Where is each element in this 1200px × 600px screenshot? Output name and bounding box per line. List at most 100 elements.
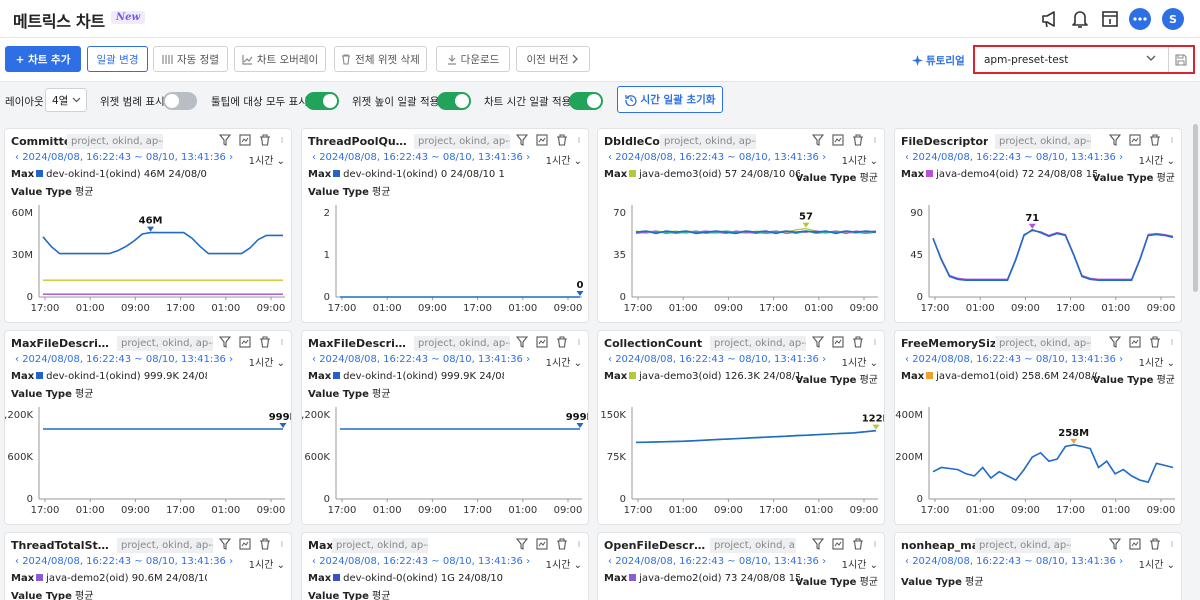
filter-icon[interactable] — [1109, 336, 1121, 348]
interval-select[interactable]: 1시간 ⌄ — [842, 354, 878, 369]
time-range-label: 2024/08/08, 16:22:43 ~ 08/10, 13:41:36 — [615, 556, 819, 567]
filter-icon[interactable] — [219, 336, 231, 348]
max-summary: Maxjava-demo1(oid) 258.6M 24/08/09 20:00 — [901, 371, 1097, 382]
trash-icon[interactable] — [259, 538, 271, 550]
kebab-menu-icon[interactable] — [872, 336, 878, 348]
chart-image-icon[interactable] — [239, 134, 251, 146]
filter-icon[interactable] — [219, 134, 231, 146]
kebab-menu-icon[interactable] — [1169, 336, 1175, 348]
time-range[interactable]: ‹ 2024/08/08, 16:22:43 ~ 08/10, 13:41:36… — [608, 354, 826, 365]
interval-select[interactable]: 1시간 ⌄ — [1139, 152, 1175, 167]
chart-image-icon[interactable] — [1129, 336, 1141, 348]
time-range[interactable]: ‹ 2024/08/08, 16:22:43 ~ 08/10, 13:41:36… — [608, 152, 826, 163]
filter-icon[interactable] — [516, 336, 528, 348]
chart-image-icon[interactable] — [239, 336, 251, 348]
time-range[interactable]: ‹ 2024/08/08, 16:22:43 ~ 08/10, 13:41:36… — [905, 556, 1123, 567]
kebab-menu-icon[interactable] — [1169, 538, 1175, 550]
filter-icon[interactable] — [1109, 538, 1121, 550]
filter-icon[interactable] — [812, 538, 824, 550]
chart-image-icon[interactable] — [1129, 134, 1141, 146]
kebab-menu-icon[interactable] — [279, 538, 285, 550]
time-range[interactable]: ‹ 2024/08/08, 16:22:43 ~ 08/10, 13:41:36… — [905, 152, 1123, 163]
interval-select[interactable]: 1시간 ⌄ — [842, 556, 878, 571]
trash-icon[interactable] — [1149, 134, 1161, 146]
reset-time-button[interactable]: 시간 일괄 초기화 — [617, 86, 723, 113]
more-icon[interactable] — [1129, 8, 1151, 30]
time-range[interactable]: ‹ 2024/08/08, 16:22:43 ~ 08/10, 13:41:36… — [15, 556, 233, 567]
previous-version-button[interactable]: 이전 버전 — [516, 46, 590, 72]
chart-image-icon[interactable] — [832, 134, 844, 146]
kebab-menu-icon[interactable] — [576, 538, 582, 550]
time-range[interactable]: ‹ 2024/08/08, 16:22:43 ~ 08/10, 13:41:36… — [905, 354, 1123, 365]
interval-select[interactable]: 1시간 ⌄ — [546, 354, 582, 369]
auto-sort-button[interactable]: 자동 정렬 — [153, 46, 228, 72]
user-avatar[interactable]: S — [1162, 8, 1184, 30]
time-range[interactable]: ‹ 2024/08/08, 16:22:43 ~ 08/10, 13:41:36… — [15, 354, 233, 365]
interval-select[interactable]: 1시간 ⌄ — [1139, 354, 1175, 369]
show-legend-toggle[interactable] — [163, 92, 197, 110]
filter-icon[interactable] — [1109, 134, 1121, 146]
trash-icon[interactable] — [556, 538, 568, 550]
max-summary: Max dev-okind-1(okind) 46M 24/08/09 14:00 — [11, 169, 207, 180]
chart-image-icon[interactable] — [1129, 538, 1141, 550]
tooltip-all-toggle[interactable] — [305, 92, 339, 110]
trash-icon[interactable] — [1149, 336, 1161, 348]
chart-image-icon[interactable] — [536, 336, 548, 348]
widget-height-toggle[interactable] — [437, 92, 471, 110]
filter-icon[interactable] — [812, 134, 824, 146]
layout-select[interactable]: 4열 — [45, 88, 87, 112]
document-icon[interactable] — [1099, 8, 1121, 30]
trash-icon[interactable] — [852, 134, 864, 146]
chart-image-icon[interactable] — [536, 134, 548, 146]
kebab-menu-icon[interactable] — [279, 336, 285, 348]
interval-select[interactable]: 1시간 ⌄ — [249, 556, 285, 571]
interval-select[interactable]: 1시간 ⌄ — [249, 152, 285, 167]
interval-select[interactable]: 1시간 ⌄ — [842, 152, 878, 167]
interval-select[interactable]: 1시간 ⌄ — [249, 354, 285, 369]
tutorial-link[interactable]: 튜토리얼 — [912, 53, 965, 68]
kebab-menu-icon[interactable] — [1169, 134, 1175, 146]
filter-icon[interactable] — [219, 538, 231, 550]
kebab-menu-icon[interactable] — [576, 336, 582, 348]
trash-icon[interactable] — [556, 336, 568, 348]
filter-icon[interactable] — [812, 336, 824, 348]
x-tick-label: 09:00 — [1147, 505, 1176, 516]
trash-icon[interactable] — [259, 336, 271, 348]
bulk-edit-button[interactable]: 일괄 변경 — [87, 46, 148, 72]
x-tick-label: 09:00 — [257, 505, 286, 516]
trash-icon[interactable] — [259, 134, 271, 146]
save-preset-button[interactable] — [1171, 50, 1191, 69]
chart-image-icon[interactable] — [239, 538, 251, 550]
chart-time-toggle[interactable] — [569, 92, 603, 110]
megaphone-icon[interactable] — [1039, 8, 1061, 30]
time-range[interactable]: ‹ 2024/08/08, 16:22:43 ~ 08/10, 13:41:36… — [15, 152, 233, 163]
preset-dropdown[interactable]: apm-preset-test — [975, 47, 1169, 72]
chart-image-icon[interactable] — [536, 538, 548, 550]
interval-select[interactable]: 1시간 ⌄ — [546, 152, 582, 167]
kebab-menu-icon[interactable] — [872, 134, 878, 146]
interval-select[interactable]: 1시간 ⌄ — [546, 556, 582, 571]
time-range[interactable]: ‹ 2024/08/08, 16:22:43 ~ 08/10, 13:41:36… — [608, 556, 826, 567]
trash-icon[interactable] — [852, 538, 864, 550]
widget-height-label: 위젯 높이 일괄 적용 — [352, 96, 440, 108]
download-button[interactable]: 다운로드 — [436, 46, 510, 72]
interval-select[interactable]: 1시간 ⌄ — [1139, 556, 1175, 571]
chart-image-icon[interactable] — [832, 336, 844, 348]
delete-all-button[interactable]: 전체 위젯 삭제 — [334, 46, 427, 72]
add-chart-button[interactable]: + 차트 추가 — [5, 46, 81, 72]
chart-overlay-button[interactable]: 차트 오버레이 — [234, 46, 326, 72]
filter-icon[interactable] — [516, 134, 528, 146]
time-range[interactable]: ‹ 2024/08/08, 16:22:43 ~ 08/10, 13:41:36… — [312, 556, 530, 567]
trash-icon[interactable] — [556, 134, 568, 146]
time-range[interactable]: ‹ 2024/08/08, 16:22:43 ~ 08/10, 13:41:36… — [312, 354, 530, 365]
kebab-menu-icon[interactable] — [872, 538, 878, 550]
trash-icon[interactable] — [1149, 538, 1161, 550]
bell-icon[interactable] — [1069, 8, 1091, 30]
filter-icon[interactable] — [516, 538, 528, 550]
scrollbar[interactable] — [1193, 124, 1198, 292]
kebab-menu-icon[interactable] — [279, 134, 285, 146]
time-range[interactable]: ‹ 2024/08/08, 16:22:43 ~ 08/10, 13:41:36… — [312, 152, 530, 163]
kebab-menu-icon[interactable] — [576, 134, 582, 146]
trash-icon[interactable] — [852, 336, 864, 348]
chart-image-icon[interactable] — [832, 538, 844, 550]
